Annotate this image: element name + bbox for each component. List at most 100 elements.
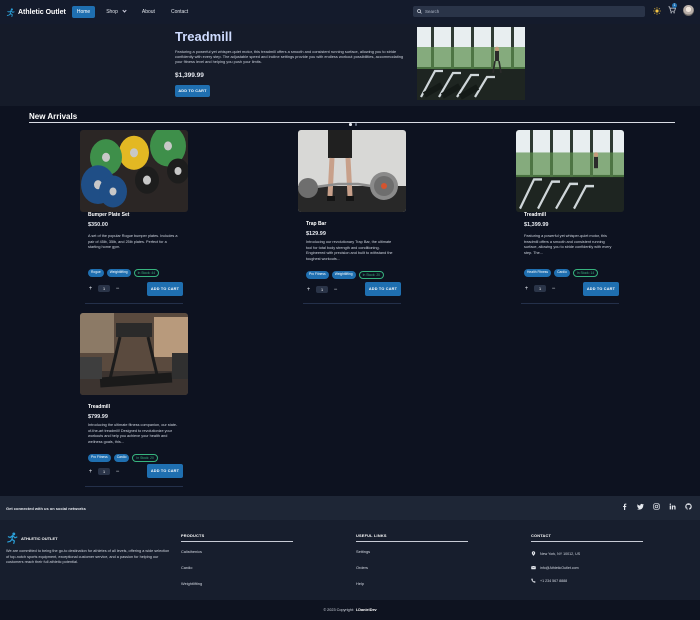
footer-about: We are committed to being the go-to dest…	[6, 549, 170, 565]
footer-link-weightlifting[interactable]: Weightlifting	[181, 581, 202, 586]
increment-button[interactable]: +	[306, 287, 311, 293]
contact-email[interactable]: info@AthleticOutlet.com	[531, 565, 579, 570]
product-description: Introducing our revolutionary Trap Bar, …	[306, 240, 393, 261]
product-name[interactable]: Bumper Plate Set	[88, 212, 129, 218]
hero-carousel: Treadmill Featuring a powerful yet whisp…	[0, 24, 700, 126]
category-tag[interactable]: Cardio	[554, 269, 570, 277]
product-price: $1,399.99	[524, 222, 549, 228]
product-name[interactable]: Treadmill	[524, 212, 546, 218]
product-name[interactable]: Treadmill	[88, 404, 110, 410]
increment-button[interactable]: +	[88, 286, 93, 292]
product-name[interactable]: Trap Bar	[306, 221, 326, 227]
add-to-cart-button[interactable]: ADD TO CART	[147, 282, 183, 296]
carousel-dot[interactable]	[349, 123, 352, 126]
copyright-bar: © 2023 Copyright: LDanielDev	[0, 600, 700, 620]
footer-useful-links-column: USEFUL LINKS	[356, 533, 468, 542]
nav-shop[interactable]: Shop	[101, 6, 131, 18]
copyright-text: © 2023 Copyright:	[323, 608, 354, 612]
quantity-stepper: + 1 −	[88, 468, 120, 475]
product-image-bumper-plates[interactable]	[80, 125, 189, 212]
stock-badge: In Stock: 44	[133, 269, 160, 277]
copyright-author-link[interactable]: LDanielDev	[356, 608, 377, 612]
location-pin-icon	[531, 551, 536, 556]
product-image-trap-bar[interactable]	[298, 130, 406, 212]
nav-shop-label: Shop	[106, 9, 118, 15]
quantity-field[interactable]: 1	[98, 285, 110, 292]
increment-button[interactable]: +	[88, 469, 93, 475]
footer-link-help[interactable]: Help	[356, 581, 364, 586]
product-card: Trap Bar $129.99 Introducing our revolut…	[298, 130, 406, 305]
product-image-treadmill-home[interactable]	[80, 313, 188, 395]
footer-link-settings[interactable]: Settings	[356, 549, 370, 554]
quantity-stepper: + 1 −	[88, 285, 120, 292]
sun-icon[interactable]	[653, 6, 661, 15]
github-icon[interactable]	[685, 503, 692, 510]
add-to-cart-button[interactable]: ADD TO CART	[365, 282, 401, 296]
footer-brand-label: ATHLETIC OUTLET	[21, 535, 58, 541]
search-input[interactable]: Search	[413, 6, 645, 17]
avatar[interactable]	[683, 5, 694, 16]
cart-count-badge: 1	[672, 2, 677, 8]
add-to-cart-button[interactable]: ADD TO CART	[583, 282, 619, 296]
brand-tag[interactable]: Pro Fitness	[306, 271, 329, 279]
facebook-icon[interactable]	[621, 503, 628, 510]
hero-description: Featuring a powerful yet whisper-quiet m…	[175, 49, 404, 65]
section-title: New Arrivals	[29, 112, 78, 121]
hero-add-to-cart-button[interactable]: ADD TO CART	[175, 85, 210, 97]
cart-button[interactable]: 1	[668, 2, 677, 16]
nav-icons: 1	[653, 2, 694, 16]
footer-products-column: PRODUCTS	[181, 533, 293, 542]
twitter-icon[interactable]	[637, 503, 644, 510]
product-price: $129.99	[306, 231, 326, 237]
decrement-button[interactable]: −	[333, 287, 338, 293]
product-tags: Rogue Weightlifting In Stock: 44	[88, 269, 160, 277]
stock-badge: In Stock: 14	[572, 269, 599, 277]
brand-tag[interactable]: Rogue	[88, 269, 104, 277]
nav-home[interactable]: Home	[71, 6, 96, 18]
product-card: Bumper Plate Set $350.00 A set of the po…	[80, 125, 189, 305]
quantity-stepper: + 1 −	[524, 285, 556, 292]
carousel-dot[interactable]	[354, 123, 357, 126]
quantity-field[interactable]: 1	[534, 285, 546, 292]
hero-title: Treadmill	[175, 29, 233, 44]
footer-link-calisthenics[interactable]: Calisthenics	[181, 549, 202, 554]
category-tag[interactable]: Weightlifting	[106, 269, 131, 277]
brand-tag[interactable]: Pro Fitness	[88, 454, 111, 462]
decrement-button[interactable]: −	[551, 286, 556, 292]
logo-text: Athletic Outlet	[18, 8, 66, 16]
runner-logo-icon	[7, 532, 18, 544]
search-icon	[417, 9, 422, 14]
product-card: Treadmill $799.99 Introducing the ultima…	[80, 313, 188, 488]
product-description: A set of the popular Rogue bumper plates…	[88, 234, 178, 250]
linkedin-icon[interactable]	[669, 503, 676, 510]
envelope-icon	[531, 566, 536, 570]
card-divider	[85, 303, 183, 304]
carousel-indicators	[349, 123, 357, 126]
decrement-button[interactable]: −	[115, 286, 120, 292]
decrement-button[interactable]: −	[115, 469, 120, 475]
runner-logo-icon	[6, 7, 15, 17]
brand-tag[interactable]: Health Fitness	[524, 269, 552, 277]
nav-about[interactable]: About	[137, 6, 160, 18]
contact-phone[interactable]: +1 234 567 8888	[531, 578, 567, 583]
add-to-cart-button[interactable]: ADD TO CART	[147, 464, 183, 478]
quantity-field[interactable]: 1	[316, 286, 328, 293]
instagram-icon[interactable]	[653, 503, 660, 510]
logo[interactable]: Athletic Outlet	[6, 7, 66, 17]
footer-contact-column: CONTACT	[531, 533, 643, 542]
footer-link-orders[interactable]: Orders	[356, 565, 368, 570]
footer-brand[interactable]: ATHLETIC OUTLET	[6, 532, 58, 544]
card-divider	[85, 486, 183, 487]
card-divider	[303, 303, 401, 304]
product-tags: Pro Fitness Cardio In Stock: 20	[88, 454, 158, 462]
contact-email-text: info@AthleticOutlet.com	[540, 565, 579, 570]
increment-button[interactable]: +	[524, 286, 529, 292]
quantity-field[interactable]: 1	[98, 468, 110, 475]
category-tag[interactable]: Weightlifting	[331, 271, 356, 279]
product-image-treadmill-gym[interactable]	[516, 130, 624, 212]
hero-treadmill-image	[417, 27, 525, 100]
footer-link-cardio[interactable]: Cardio	[181, 565, 192, 570]
category-tag[interactable]: Cardio	[113, 454, 130, 462]
navbar: Athletic Outlet Home Shop About Contact …	[0, 0, 700, 24]
nav-contact[interactable]: Contact	[166, 6, 193, 18]
